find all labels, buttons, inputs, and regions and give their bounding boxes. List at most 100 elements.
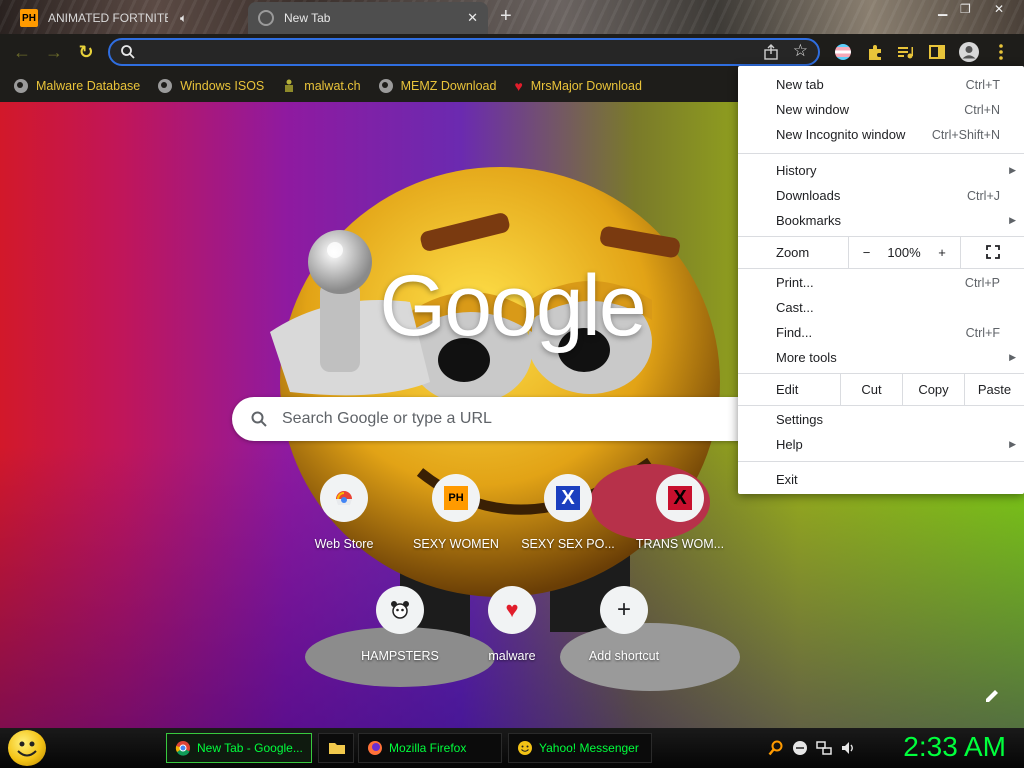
close-window-icon[interactable]: ✕ [994, 2, 1004, 16]
bookmark-memz-download[interactable]: MEMZ Download [378, 79, 496, 93]
firefox-icon [368, 741, 382, 755]
tab-title: ANIMATED FORTNITE [48, 11, 168, 25]
submenu-arrow-icon: ▶ [1009, 439, 1016, 449]
bookmark-malware-database[interactable]: Malware Database [14, 79, 140, 93]
profile-avatar-icon[interactable] [958, 41, 980, 63]
heart-icon: ♥ [514, 78, 523, 94]
speaker-muted-icon[interactable]: 🔈︎ [180, 11, 187, 26]
tab-strip: PH ANIMATED FORTNITE 🔈︎ New Tab ✕ + ▁ ❐ … [0, 0, 1024, 34]
menu-divider [738, 153, 1024, 154]
menu-label: Edit [776, 382, 799, 397]
start-button-smiley-icon[interactable] [8, 730, 46, 766]
ntp-search-box[interactable] [232, 397, 792, 441]
tab-animated-fortnite[interactable]: PH ANIMATED FORTNITE 🔈︎ [12, 2, 244, 34]
network-tray-icon[interactable] [816, 740, 832, 756]
ph-favicon-icon: PH [20, 9, 38, 27]
plus-icon: + [600, 586, 648, 634]
menu-divider [738, 268, 1024, 269]
menu-label: New tab [776, 77, 824, 92]
menu-find[interactable]: Find... Ctrl+F [738, 320, 1024, 345]
shortcut-sexy-sex-po[interactable]: X SEXY SEX PO... [512, 474, 624, 551]
menu-label: Print... [776, 275, 814, 290]
fullscreen-button[interactable] [960, 236, 1024, 268]
address-bar[interactable]: ☆ [108, 38, 820, 66]
trans-flag-extension-icon[interactable] [832, 41, 854, 63]
taskbar-task-folder[interactable] [318, 733, 354, 763]
zoom-out-button[interactable]: − [848, 236, 884, 268]
volume-tray-icon[interactable] [840, 740, 856, 756]
bookmark-label: malwat.ch [304, 79, 361, 93]
menu-help[interactable]: Help ▶ [738, 432, 1024, 457]
shortcut-label: malware [488, 649, 536, 663]
bookmark-label: Malware Database [36, 79, 141, 93]
menu-label: New Incognito window [776, 127, 906, 142]
menu-exit[interactable]: Exit [738, 467, 1024, 492]
menu-divider [738, 461, 1024, 462]
minimize-icon[interactable]: ▁ [938, 2, 947, 16]
menu-bookmarks[interactable]: Bookmarks ▶ [738, 208, 1024, 233]
add-shortcut-button[interactable]: + Add shortcut [568, 586, 680, 663]
taskbar: New Tab - Google... Mozilla Firefox Yaho… [0, 728, 1024, 768]
bookmark-windows-isos[interactable]: Windows ISOS [158, 79, 264, 93]
tab-title: New Tab [284, 11, 331, 25]
menu-label: History [776, 163, 817, 178]
bookmark-star-icon[interactable]: ☆ [793, 41, 808, 61]
menu-label: Exit [776, 472, 798, 487]
task-label: Mozilla Firefox [389, 741, 467, 755]
menu-more-tools[interactable]: More tools ▶ [738, 345, 1024, 370]
side-panel-icon[interactable] [926, 41, 948, 63]
bookmark-mrsmajor-download[interactable]: ♥ MrsMajor Download [514, 78, 641, 94]
copy-button[interactable]: Copy [902, 373, 964, 405]
status-tray-icon[interactable] [792, 740, 808, 756]
shortcut-label: TRANS WOM... [635, 537, 725, 551]
heart-icon: ♥ [488, 586, 536, 634]
task-label: Yahoo! Messenger [539, 741, 639, 755]
shortcut-trans-wom[interactable]: X TRANS WOM... [624, 474, 736, 551]
shortcut-malware[interactable]: ♥ malware [456, 586, 568, 663]
menu-shortcut: Ctrl+Shift+N [931, 127, 1000, 142]
taskbar-clock[interactable]: 2:33 AM [903, 731, 1006, 763]
menu-settings[interactable]: Settings [738, 407, 1024, 432]
menu-new-tab[interactable]: New tab Ctrl+T [738, 72, 1024, 97]
zoom-in-button[interactable]: + [924, 236, 960, 268]
x-red-icon: X [656, 474, 704, 522]
menu-new-incognito-window[interactable]: New Incognito window Ctrl+Shift+N [738, 122, 1024, 147]
close-tab-icon[interactable]: ✕ [467, 10, 478, 26]
menu-downloads[interactable]: Downloads Ctrl+J [738, 183, 1024, 208]
paste-button[interactable]: Paste [964, 373, 1024, 405]
shortcut-hampsters[interactable]: HAMPSTERS [344, 586, 456, 663]
restore-icon[interactable]: ❐ [960, 2, 971, 16]
reload-icon[interactable]: ↻ [74, 40, 98, 64]
shortcut-label: HAMPSTERS [361, 649, 439, 663]
submenu-arrow-icon: ▶ [1009, 165, 1016, 175]
menu-history[interactable]: History ▶ [738, 158, 1024, 183]
menu-shortcut: Ctrl+J [967, 188, 1000, 203]
taskbar-task-chrome[interactable]: New Tab - Google... [166, 733, 312, 763]
back-arrow-icon[interactable]: ← [10, 40, 34, 64]
new-tab-plus-icon[interactable]: + [500, 6, 512, 26]
x-blue-icon: X [544, 474, 592, 522]
hamster-icon [376, 586, 424, 634]
menu-print[interactable]: Print... Ctrl+P [738, 270, 1024, 295]
menu-cast[interactable]: Cast... [738, 295, 1024, 320]
kebab-menu-icon[interactable] [990, 41, 1012, 63]
menu-new-window[interactable]: New window Ctrl+N [738, 97, 1024, 122]
shortcut-sexy-women[interactable]: PH SEXY WOMEN [400, 474, 512, 551]
taskbar-task-firefox[interactable]: Mozilla Firefox [358, 733, 502, 763]
customize-pencil-icon[interactable] [984, 688, 1000, 704]
tab-new-tab[interactable]: New Tab ✕ [248, 2, 488, 34]
taskbar-task-yahoo-messenger[interactable]: Yahoo! Messenger [508, 733, 652, 763]
globe-icon [14, 79, 28, 93]
menu-divider [738, 405, 1024, 406]
extensions-puzzle-icon[interactable] [864, 41, 886, 63]
shortcut-web-store[interactable]: Web Store [288, 474, 400, 551]
cut-button[interactable]: Cut [840, 373, 902, 405]
ntp-search-input[interactable] [282, 410, 722, 428]
menu-label: Find... [776, 325, 813, 340]
bookmark-label: Windows ISOS [180, 79, 265, 93]
share-icon[interactable] [762, 43, 780, 61]
search-tray-icon[interactable] [768, 740, 784, 756]
forward-arrow-icon[interactable]: → [42, 40, 66, 64]
bookmark-malwatch[interactable]: malwat.ch [282, 79, 361, 93]
media-queue-icon[interactable] [894, 41, 916, 63]
